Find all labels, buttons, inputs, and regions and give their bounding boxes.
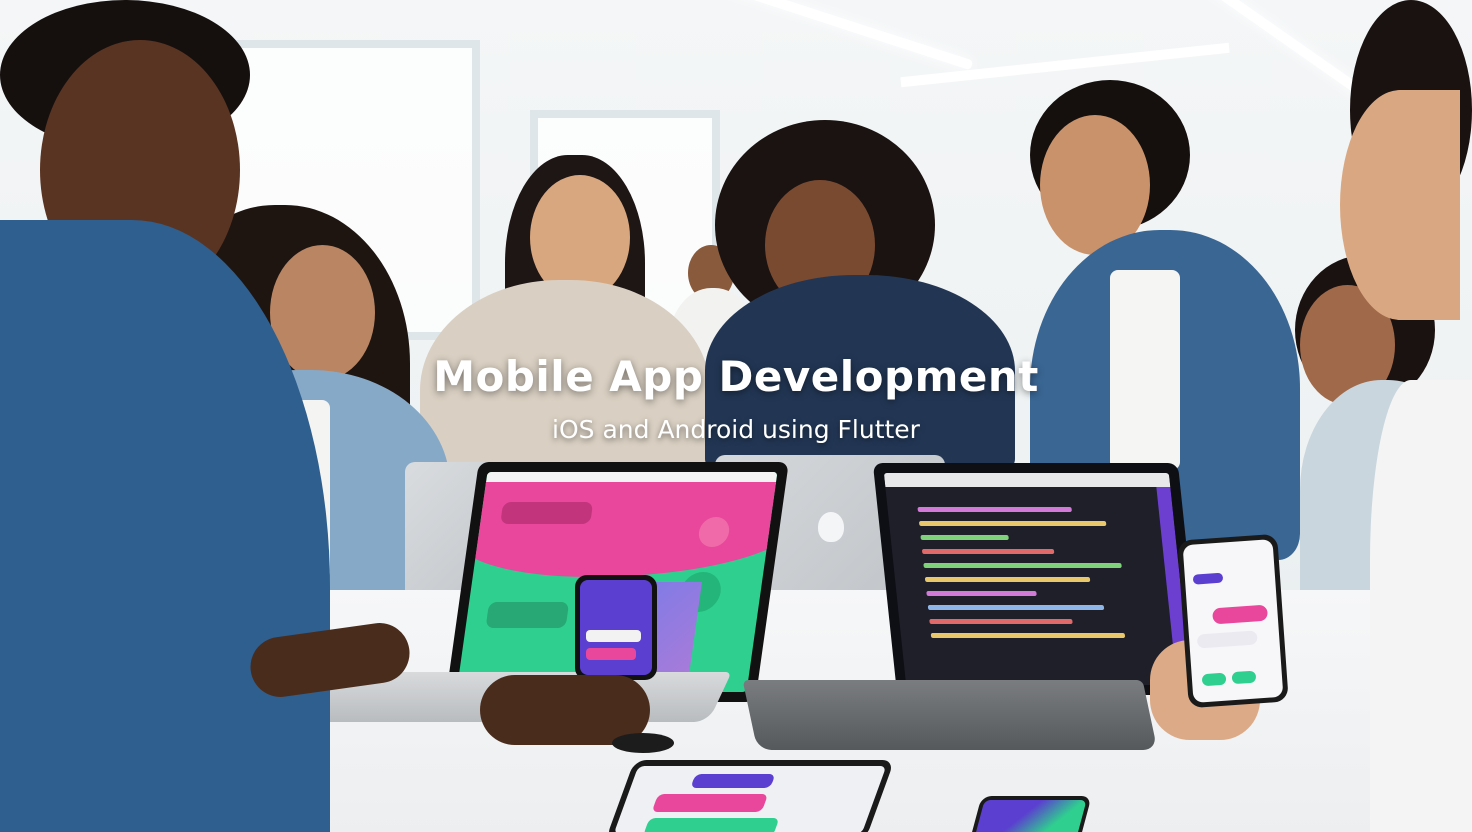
phone-screen (580, 580, 652, 675)
phone-screen (973, 800, 1087, 832)
computer-mouse (612, 733, 674, 753)
browser-bar (883, 473, 1171, 487)
tablet (605, 760, 895, 832)
chat-bubble (1231, 670, 1257, 685)
apple-logo-icon (818, 512, 844, 542)
chat-bubble (642, 818, 780, 832)
code-editor-display (883, 473, 1192, 685)
chat-bubble (586, 630, 641, 642)
chat-bubble (1201, 672, 1227, 687)
phone-chat-screen (1182, 539, 1284, 703)
person-face (1340, 90, 1460, 320)
banner-title: Mobile App Development (433, 352, 1039, 401)
code-line (917, 507, 1072, 512)
smartphone-icon (575, 575, 657, 680)
person-white-shirt (1110, 270, 1180, 470)
laptop-keyboard (742, 680, 1158, 750)
app-card (500, 502, 594, 524)
code-line (920, 535, 1009, 540)
code-line (929, 619, 1073, 624)
code-line (926, 591, 1037, 596)
person-white-top (1370, 380, 1472, 832)
code-line (927, 605, 1105, 610)
chat-bubble (586, 648, 636, 660)
code-line (921, 549, 1055, 554)
code-line (918, 521, 1107, 526)
banner: Mobile App Development iOS and Android u… (376, 352, 1096, 444)
smartphone-icon[interactable] (1177, 533, 1289, 709)
chat-bubble (1192, 572, 1224, 585)
banner-subtitle: iOS and Android using Flutter (552, 415, 920, 444)
chat-bubble (651, 794, 769, 812)
chat-bubble (690, 774, 776, 788)
chat-bubble (1196, 630, 1258, 649)
code-line (923, 563, 1122, 568)
chat-bubble (1212, 604, 1269, 625)
tablet-screen (613, 766, 887, 832)
code-line (924, 577, 1091, 582)
app-card (485, 602, 570, 628)
code-lines (916, 498, 1152, 647)
laptop-screen (872, 463, 1203, 695)
smartphone-icon (968, 796, 1092, 832)
classroom-scene: Mobile App Development iOS and Android u… (0, 0, 1472, 832)
code-line (930, 633, 1125, 638)
